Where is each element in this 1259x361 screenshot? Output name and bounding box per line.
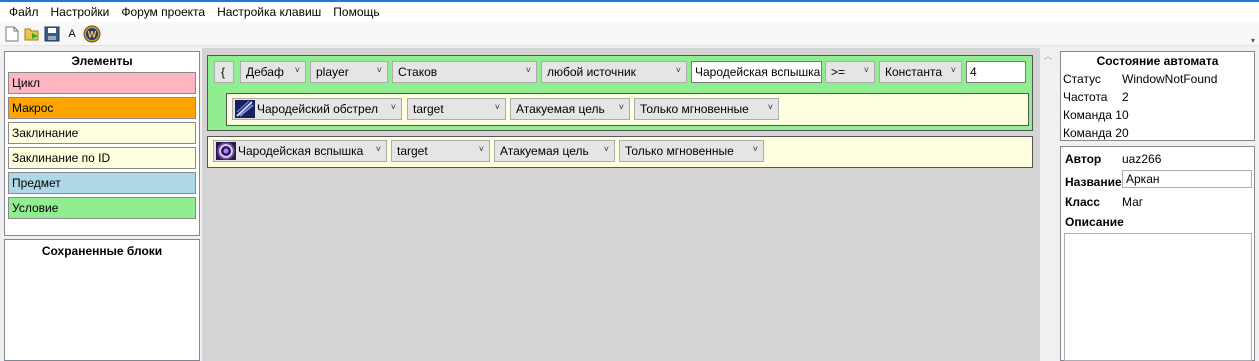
spell-cast-mode-dropdown[interactable]: Только мгновенные ˅ <box>619 140 764 162</box>
chevron-down-icon: ˅ <box>863 65 869 75</box>
inner-cast-mode-dropdown[interactable]: Только мгновенные ˅ <box>634 98 779 120</box>
arcane-barrage-icon <box>235 100 255 118</box>
author-label: Автор <box>1065 152 1102 166</box>
aura-name-field[interactable]: Чародейская вспышка <box>691 61 822 83</box>
status-panel: Состояние автомата Статус WindowNotFound… <box>1060 51 1255 141</box>
saved-blocks-title: Сохраненные блоки <box>41 244 163 258</box>
chevron-down-icon: ˅ <box>525 65 531 75</box>
condition-type-dropdown[interactable]: Дебаф ˅ <box>240 61 306 83</box>
chevron-down-icon: ˅ <box>294 65 300 75</box>
class-label: Класс <box>1065 195 1100 209</box>
status-value: WindowNotFound <box>1122 72 1218 86</box>
chevron-down-icon: ˅ <box>603 144 609 154</box>
element-condition[interactable]: Условие <box>8 197 196 219</box>
inner-spell-block[interactable]: Чародейский обстрел ˅ target ˅ Атакуемая ц… <box>226 93 1029 126</box>
inner-target-dropdown[interactable]: target ˅ <box>407 98 506 120</box>
element-loop[interactable]: Цикл <box>8 72 196 94</box>
unit-dropdown[interactable]: player ˅ <box>310 61 388 83</box>
frequency-label: Частота <box>1063 90 1108 104</box>
spell-target-dropdown[interactable]: target ˅ <box>391 140 490 162</box>
chevron-down-icon: ˅ <box>618 102 624 112</box>
command2-label: Команда 2 <box>1063 126 1122 140</box>
command1-value: 0 <box>1122 108 1129 122</box>
elements-title: Элементы <box>71 54 133 68</box>
chevron-down-icon: ˅ <box>390 102 396 112</box>
command1-label: Команда 1 <box>1063 108 1122 122</box>
spell-dropdown[interactable]: Чародейская вспышка ˅ <box>213 140 387 162</box>
name-field[interactable]: Аркан <box>1122 170 1252 188</box>
save-icon[interactable] <box>43 25 61 43</box>
info-panel: Автор uaz266 Название Аркан Класс Маг Оп… <box>1060 146 1255 361</box>
bracket-toggle[interactable]: { <box>214 61 234 83</box>
status-title: Состояние автомата <box>1096 54 1219 68</box>
operator-dropdown[interactable]: >= ˅ <box>825 61 875 83</box>
menu-bar: Файл Настройки Форум проекта Настройка к… <box>0 2 1259 22</box>
element-spell-by-id[interactable]: Заклинание по ID <box>8 147 196 169</box>
chevron-down-icon: ˅ <box>752 144 758 154</box>
element-item[interactable]: Предмет <box>8 172 196 194</box>
saved-blocks-panel[interactable]: Сохраненные блоки <box>4 239 200 361</box>
chevron-down-icon: ˅ <box>375 144 381 154</box>
chevron-down-icon: ˅ <box>494 102 500 112</box>
spell-block[interactable]: Чародейская вспышка ˅ target ˅ Атакуемая ц… <box>207 136 1033 168</box>
scroll-up-icon[interactable]: ︿ <box>1040 48 1056 64</box>
condition-block[interactable]: { Дебаф ˅ player ˅ Стаков ˅ любой источник ˅… <box>207 55 1033 131</box>
chevron-down-icon: ˅ <box>675 65 681 75</box>
toolbar: A W <box>0 22 1259 46</box>
wow-icon[interactable]: W <box>83 25 101 43</box>
menu-forum[interactable]: Форум проекта <box>115 2 211 22</box>
value-type-dropdown[interactable]: Константа ˅ <box>879 61 962 83</box>
chevron-down-icon: ˅ <box>376 65 382 75</box>
svg-text:W: W <box>88 29 97 39</box>
new-file-icon[interactable] <box>3 25 21 43</box>
element-macro[interactable]: Макрос <box>8 97 196 119</box>
command2-value: 0 <box>1122 126 1129 140</box>
inner-spell-dropdown[interactable]: Чародейский обстрел ˅ <box>232 98 402 120</box>
chevron-down-icon: ˅ <box>950 65 956 75</box>
source-dropdown[interactable]: любой источник ˅ <box>541 61 687 83</box>
arcane-blast-icon <box>216 142 236 160</box>
class-value: Маг <box>1122 195 1144 209</box>
author-value: uaz266 <box>1122 152 1162 166</box>
status-label: Статус <box>1063 72 1101 86</box>
open-icon[interactable] <box>23 25 41 43</box>
name-label: Название <box>1065 175 1122 189</box>
menu-settings[interactable]: Настройки <box>45 2 116 22</box>
spell-target-mode-dropdown[interactable]: Атакуемая цель ˅ <box>494 140 615 162</box>
element-spell[interactable]: Заклинание <box>8 122 196 144</box>
elements-panel: Элементы Цикл Макрос Заклинание Заклинан… <box>4 51 200 236</box>
canvas-scrollbar[interactable]: ︿ <box>1040 48 1056 361</box>
description-label: Описание <box>1065 215 1124 229</box>
chevron-down-icon: ˅ <box>767 102 773 112</box>
inner-target-mode-dropdown[interactable]: Атакуемая цель ˅ <box>510 98 630 120</box>
menu-help[interactable]: Помощь <box>327 2 385 22</box>
value-field[interactable]: 4 <box>966 61 1026 83</box>
frequency-value: 2 <box>1122 90 1129 104</box>
chevron-down-icon: ˅ <box>478 144 484 154</box>
toolbar-overflow-icon[interactable]: ▾ <box>1251 36 1255 45</box>
property-dropdown[interactable]: Стаков ˅ <box>392 61 537 83</box>
rotation-canvas[interactable]: { Дебаф ˅ player ˅ Стаков ˅ любой источник ˅… <box>202 48 1040 361</box>
font-icon[interactable]: A <box>63 25 81 43</box>
menu-file[interactable]: Файл <box>3 2 45 22</box>
menu-keybinds[interactable]: Настройка клавиш <box>211 2 327 22</box>
description-field[interactable] <box>1064 233 1252 361</box>
